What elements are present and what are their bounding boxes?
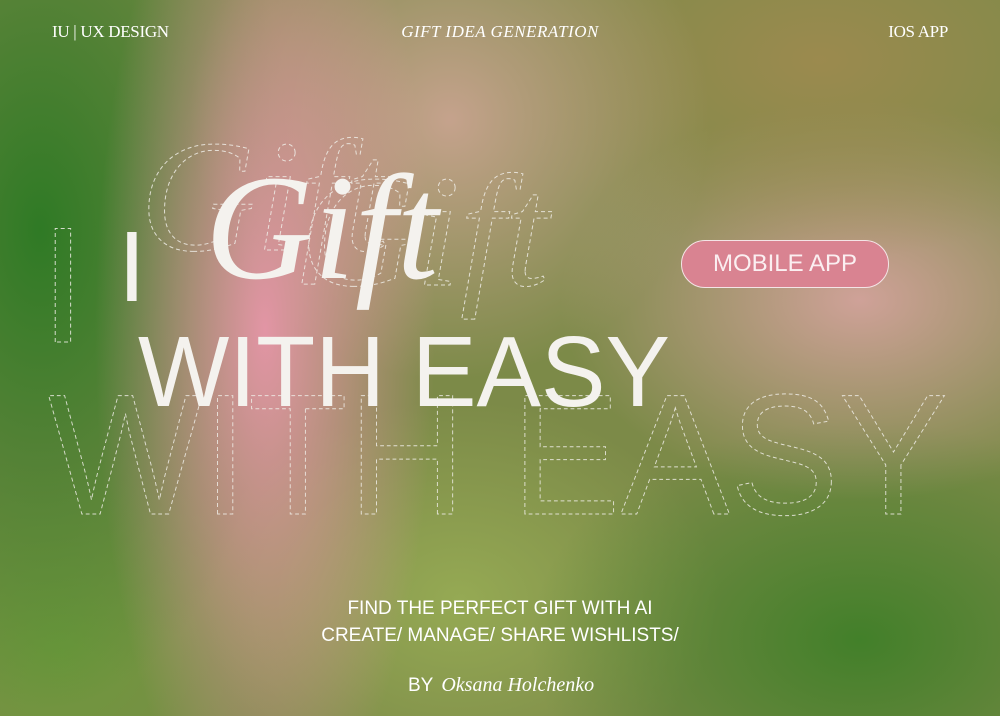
credit-prefix: BY: [408, 675, 434, 696]
hero-gift-script: Gift: [205, 145, 442, 311]
tagline-line1: FIND THE PERFECT GIFT WITH AI: [347, 598, 653, 619]
author-name: Oksana Holchenko: [441, 674, 595, 696]
outline-i: I: [40, 193, 86, 377]
credit: BY Oksana Holchenko: [408, 673, 594, 698]
gradient-background: IU | UX DESIGN GIFT IDEA GENERATION IOS …: [0, 0, 1000, 716]
hero-with-easy: WITH EASY: [138, 316, 670, 428]
tagline-line2: CREATE/ MANAGE/ SHARE WISHLISTS/: [321, 625, 679, 646]
badge-label: MOBILE APP: [712, 250, 858, 277]
hero-i: I: [118, 211, 146, 323]
mobile-app-badge: MOBILE APP: [681, 240, 889, 288]
